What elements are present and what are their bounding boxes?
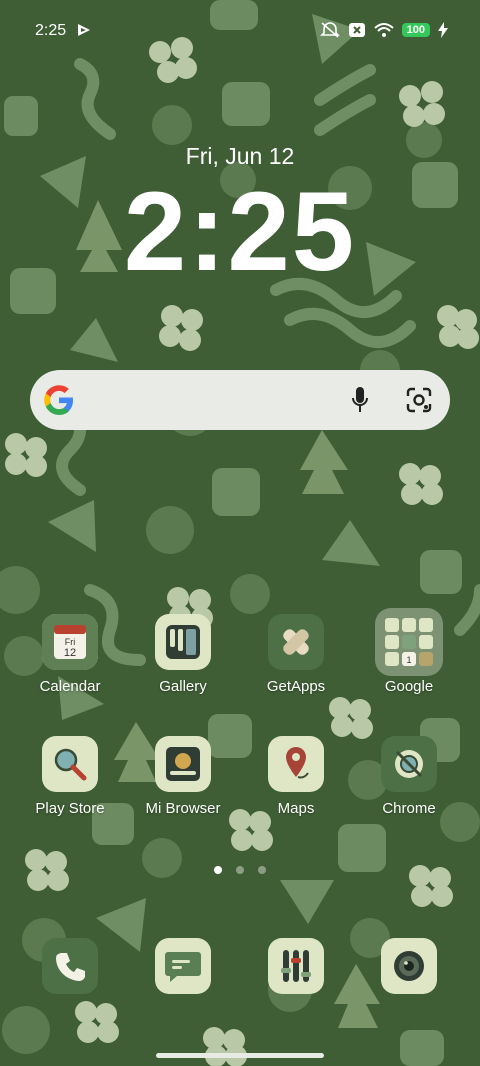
play-notification-icon	[78, 24, 90, 36]
google-search-bar[interactable]	[30, 370, 450, 430]
page-dot	[258, 866, 266, 874]
google-lens-icon[interactable]	[406, 387, 432, 413]
microphone-icon[interactable]	[350, 386, 370, 414]
clock-time[interactable]: 2:25	[0, 172, 480, 292]
app-label: Calendar	[39, 678, 101, 695]
app-mi-browser[interactable]: Mi Browser	[128, 736, 238, 817]
maps-icon	[268, 736, 324, 792]
svg-text:12: 12	[64, 647, 76, 659]
clock-date: Fri, Jun 12	[185, 143, 295, 169]
page-dot-active	[214, 866, 222, 874]
app-label: Chrome	[382, 800, 436, 817]
app-label: GetApps	[266, 678, 326, 695]
charging-icon	[438, 22, 448, 38]
wifi-icon	[373, 23, 394, 37]
dock-messages[interactable]	[128, 938, 238, 994]
app-label: Play Store	[35, 800, 105, 817]
gesture-bar[interactable]	[156, 1053, 324, 1058]
camera-icon	[381, 938, 437, 994]
google-logo-icon	[44, 385, 73, 415]
mi-browser-icon	[155, 736, 211, 792]
app-label: Mi Browser	[145, 800, 221, 817]
page-dot	[236, 866, 244, 874]
gallery-icon	[155, 614, 211, 670]
getapps-icon	[268, 614, 324, 670]
dock-camera[interactable]	[354, 938, 464, 994]
status-time: 2:25	[35, 22, 67, 39]
play-store-icon	[42, 736, 98, 792]
battery-level: 100	[401, 23, 430, 37]
app-play-store[interactable]: Play Store	[15, 736, 125, 817]
sim-off-icon	[348, 23, 365, 37]
app-label: Gallery	[159, 678, 207, 695]
page-indicator	[0, 866, 480, 874]
dock-settings[interactable]	[241, 938, 351, 994]
svg-text:1: 1	[406, 655, 411, 665]
messages-icon	[155, 938, 211, 994]
app-calendar[interactable]: Fri 12 Calendar	[15, 614, 125, 695]
settings-sliders-icon	[268, 938, 324, 994]
svg-text:Fri: Fri	[65, 637, 76, 647]
dock-phone[interactable]	[15, 938, 125, 994]
status-bar: 2:25 100	[0, 0, 480, 64]
app-maps[interactable]: Maps	[241, 736, 351, 817]
phone-icon	[42, 938, 98, 994]
app-getapps[interactable]: GetApps	[241, 614, 351, 695]
chrome-icon	[381, 736, 437, 792]
calendar-icon: Fri 12	[42, 614, 98, 670]
app-label: Maps	[277, 800, 315, 817]
app-google-folder[interactable]: 1 Google	[354, 608, 464, 695]
google-folder-icon: 1	[375, 608, 443, 676]
mute-icon	[319, 22, 340, 38]
app-chrome[interactable]: Chrome	[354, 736, 464, 817]
app-label: Google	[384, 678, 434, 695]
app-gallery[interactable]: Gallery	[128, 614, 238, 695]
